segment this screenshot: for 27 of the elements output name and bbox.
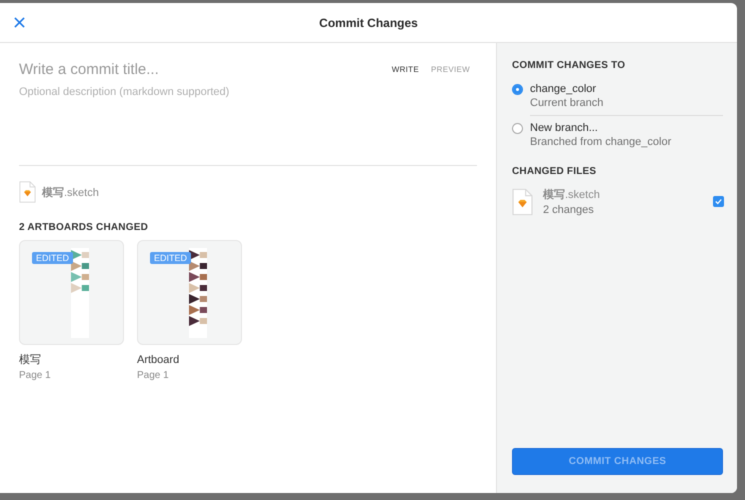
edited-badge: EDITED [150,252,192,264]
editor-tab[interactable]: WRITE [392,65,419,74]
page-label: Page 1 [19,370,52,381]
section-heading: CHANGED FILES [512,166,598,177]
sketch-file-icon [512,188,533,216]
close-icon[interactable] [14,17,25,28]
file-checkbox[interactable] [713,196,724,207]
file-name: 模写.sketch [42,186,99,200]
change-count: 2 changes [543,204,595,216]
artboard-thumbnail[interactable]: EDITED [19,240,124,345]
branch-description: Branched from change_color [530,136,672,148]
section-heading: 2 ARTBOARDS CHANGED [19,222,149,233]
page-label: Page 1 [137,370,170,381]
artboard-thumbnail[interactable]: EDITED [137,240,242,345]
radio-button[interactable] [512,84,523,95]
branch-name: New branch... [530,122,599,134]
sketch-file-icon [19,181,36,203]
branch-description: Current branch [530,97,604,109]
editor-tab[interactable]: PREVIEW [431,65,470,74]
artboard-name: Artboard [137,353,180,367]
section-heading: COMMIT CHANGES TO [512,60,626,71]
branch-name: change_color [530,83,598,95]
edited-badge: EDITED [32,252,74,264]
radio-button[interactable] [512,123,523,134]
file-name: 模写.sketch [543,188,601,202]
artboard-name: 模写 [19,353,42,367]
window-title: Commit Changes [319,16,418,30]
